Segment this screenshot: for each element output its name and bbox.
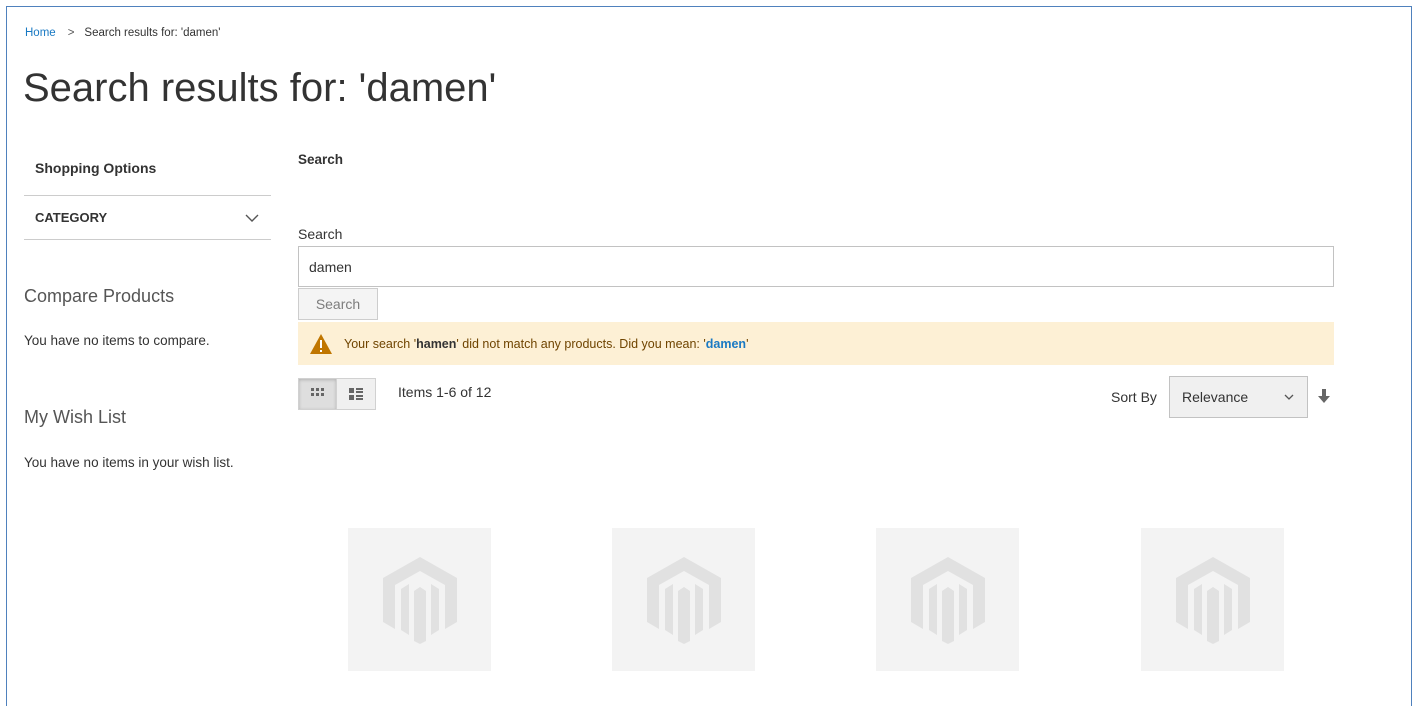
compare-empty-message: You have no items to compare. [24,333,210,348]
search-label: Search [298,226,343,242]
sort-by-select[interactable]: Relevance [1169,376,1308,418]
sort-by-label: Sort By [1111,389,1157,405]
product-item-image[interactable] [348,528,491,671]
sidebar: Shopping Options CATEGORY [24,150,271,240]
breadcrumb: Home > Search results for: 'damen' [25,27,220,39]
chevron-down-icon [1284,394,1294,400]
magento-placeholder-icon [382,556,457,644]
filter-category-label: CATEGORY [35,210,108,225]
suggestion-link[interactable]: damen [706,337,746,351]
magento-placeholder-icon [646,556,721,644]
arrow-down-icon[interactable] [1317,388,1331,404]
list-view-button[interactable] [337,378,376,410]
chevron-down-icon [245,214,259,222]
product-item-image[interactable] [876,528,1019,671]
page-title: Search results for: 'damen' [23,66,497,110]
magento-placeholder-icon [1175,556,1250,644]
wishlist-title: My Wish List [24,407,127,427]
sort-by-value: Relevance [1182,389,1249,405]
filter-category[interactable]: CATEGORY [24,196,271,240]
notice-suffix: ' [746,336,749,351]
view-mode-switcher [298,378,376,410]
notice-text: Your search 'hamen' did not match any pr… [344,337,748,351]
product-item-image[interactable] [1141,528,1284,671]
magento-placeholder-icon [910,556,985,644]
breadcrumb-current: Search results for: 'damen' [84,27,221,39]
warning-icon [310,333,332,354]
list-view-icon [349,388,363,400]
breadcrumb-home-link[interactable]: Home [25,27,56,39]
search-input[interactable] [298,246,1334,287]
breadcrumb-separator: > [67,27,75,39]
product-item-image[interactable] [612,528,755,671]
notice-query: hamen [416,336,457,351]
items-count: Items 1-6 of 12 [398,384,492,400]
shopping-options-title: Shopping Options [24,150,271,196]
grid-view-icon [310,388,324,396]
notice-prefix: Your search ' [344,336,417,351]
search-notice: Your search 'hamen' did not match any pr… [298,322,1334,365]
notice-middle: ' did not match any products. Did you me… [456,336,706,351]
search-heading: Search [298,152,344,167]
compare-products-title: Compare Products [24,286,175,306]
search-button[interactable]: Search [298,288,378,320]
wishlist-empty-message: You have no items in your wish list. [24,455,234,470]
grid-view-button[interactable] [298,378,337,410]
